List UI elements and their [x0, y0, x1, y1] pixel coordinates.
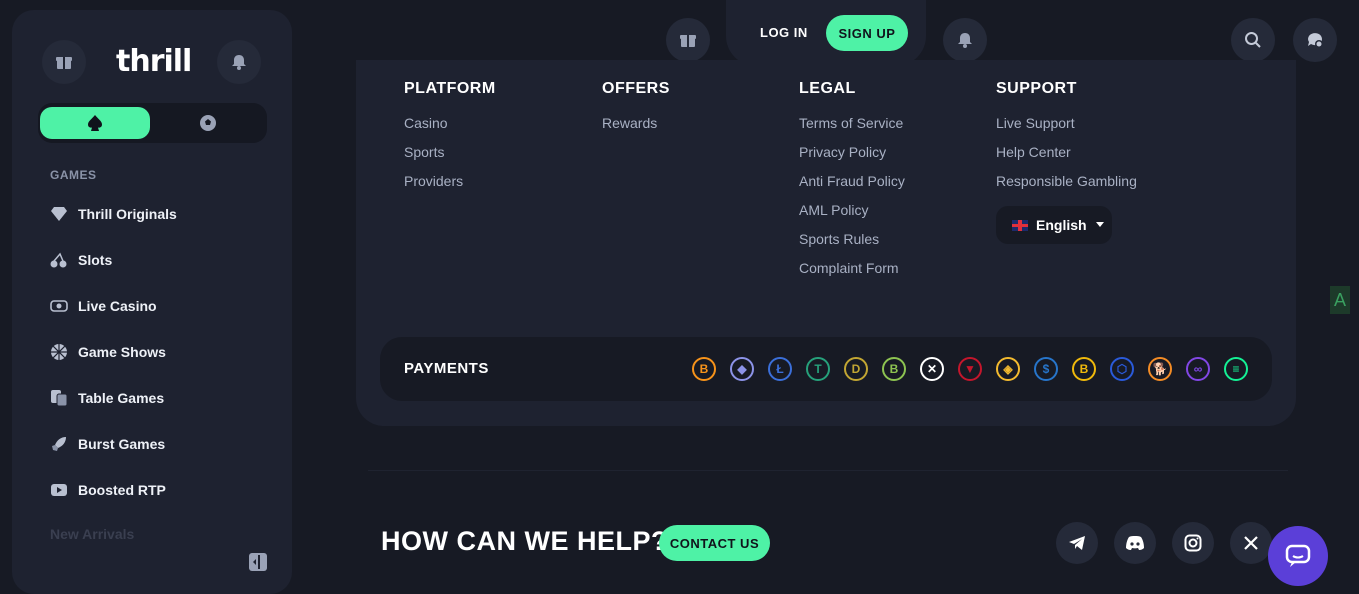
sidebar-item-live-casino[interactable]: Live Casino: [50, 295, 157, 317]
language-selector[interactable]: English: [996, 206, 1112, 244]
payment-coin-icon: D: [844, 357, 868, 381]
language-label: English: [1036, 217, 1087, 233]
platform-heading: PLATFORM: [404, 80, 496, 97]
games-section-title: GAMES: [50, 168, 97, 182]
link-live-support[interactable]: Live Support: [996, 115, 1075, 131]
payment-coin-icon: $: [1034, 357, 1058, 381]
support-chat-button[interactable]: [1293, 18, 1337, 62]
link-rewards[interactable]: Rewards: [602, 115, 657, 131]
sidebar-item-burst-games[interactable]: Burst Games: [50, 433, 165, 455]
login-button[interactable]: LOG IN: [760, 25, 808, 40]
payments-label: PAYMENTS: [404, 360, 489, 377]
sidebar-item-boosted-rtp[interactable]: Boosted RTP: [50, 479, 166, 501]
wheel-icon: [50, 343, 68, 361]
link-responsible-gambling[interactable]: Responsible Gambling: [996, 173, 1137, 189]
sidebar-item-game-shows[interactable]: Game Shows: [50, 341, 166, 363]
link-help-center[interactable]: Help Center: [996, 144, 1071, 160]
link-terms-of-service[interactable]: Terms of Service: [799, 115, 903, 131]
sidebar-item-label: Game Shows: [78, 344, 166, 360]
cherry-icon: [50, 251, 68, 269]
sidebar: thrill GAMES Thrill Originals Slots Live…: [12, 10, 292, 594]
payments-bar: PAYMENTS B ◆ Ł T D B ✕ ▼ ◈ $ B ⬡ 🐕 ∞ ≡: [380, 337, 1272, 401]
bell-icon: [232, 55, 246, 70]
ad-badge[interactable]: A: [1330, 286, 1350, 314]
notifications-button[interactable]: [217, 40, 261, 84]
help-heading: HOW CAN WE HELP?: [381, 526, 668, 556]
payment-coin-icon: B: [1072, 357, 1096, 381]
search-icon: [1245, 32, 1261, 48]
chevron-down-icon: [1095, 222, 1104, 227]
live-chat-button[interactable]: [1268, 526, 1328, 586]
bell-icon: [958, 33, 972, 48]
diamond-icon: [50, 205, 68, 223]
gift-icon: [56, 57, 72, 69]
link-sports-rules[interactable]: Sports Rules: [799, 231, 879, 247]
collapse-sidebar-icon[interactable]: [248, 552, 268, 572]
sidebar-item-label: Thrill Originals: [78, 206, 177, 222]
rocket-icon: [50, 435, 68, 453]
search-button[interactable]: [1231, 18, 1275, 62]
offers-heading: OFFERS: [602, 80, 670, 97]
link-privacy-policy[interactable]: Privacy Policy: [799, 144, 886, 160]
sidebar-item-label: Table Games: [78, 390, 165, 406]
payment-coin-icon: Ł: [768, 357, 792, 381]
link-aml-policy[interactable]: AML Policy: [799, 202, 869, 218]
casino-toggle-option[interactable]: [40, 107, 150, 139]
telegram-button[interactable]: [1056, 522, 1098, 564]
sidebar-item-thrill-originals[interactable]: Thrill Originals: [50, 203, 177, 225]
payment-coin-icon: ◈: [996, 357, 1020, 381]
payment-coin-icon: ∞: [1186, 357, 1210, 381]
payment-coin-icon: T: [806, 357, 830, 381]
payment-coin-icon: B: [882, 357, 906, 381]
legal-heading: LEGAL: [799, 80, 856, 97]
cards-icon: [50, 389, 68, 407]
uk-flag-icon: [1012, 219, 1028, 231]
sidebar-item-table-games[interactable]: Table Games: [50, 387, 164, 409]
sidebar-item-label: Live Casino: [78, 298, 157, 314]
sidebar-item-label: Boosted RTP: [78, 482, 166, 498]
link-anti-fraud-policy[interactable]: Anti Fraud Policy: [799, 173, 905, 189]
instagram-icon: [1184, 534, 1202, 552]
link-sports[interactable]: Sports: [404, 144, 444, 160]
top-notifications-button[interactable]: [943, 18, 987, 62]
soccer-ball-icon: [200, 115, 216, 131]
sports-toggle-option[interactable]: [178, 107, 238, 139]
support-heading: SUPPORT: [996, 80, 1077, 97]
sidebar-item-slots[interactable]: Slots: [50, 249, 112, 271]
chat-icon: [1285, 544, 1311, 567]
x-icon: [1244, 536, 1258, 550]
payment-coin-icon: 🐕: [1148, 357, 1172, 381]
contact-us-button[interactable]: CONTACT US: [659, 525, 770, 561]
instagram-button[interactable]: [1172, 522, 1214, 564]
live-icon: [50, 297, 68, 315]
x-twitter-button[interactable]: [1230, 522, 1272, 564]
gift-icon: [680, 35, 696, 47]
chat-bubble-icon: [1308, 33, 1323, 48]
casino-sports-toggle: [38, 103, 267, 143]
payment-coin-icon: ◆: [730, 357, 754, 381]
thrill-logo[interactable]: thrill: [116, 44, 192, 79]
payment-coin-icon: ⬡: [1110, 357, 1134, 381]
signup-button[interactable]: SIGN UP: [826, 15, 908, 51]
payment-coin-icon: ✕: [920, 357, 944, 381]
gift-button[interactable]: [42, 40, 86, 84]
payment-coin-icon: ▼: [958, 357, 982, 381]
footer-divider: [368, 470, 1288, 471]
top-gift-button[interactable]: [666, 18, 710, 62]
payment-coin-icon: B: [692, 357, 716, 381]
sidebar-item-label: Burst Games: [78, 436, 166, 452]
sidebar-item-label: Slots: [78, 252, 113, 268]
link-providers[interactable]: Providers: [404, 173, 463, 189]
telegram-icon: [1069, 536, 1085, 550]
payment-coin-icon: ≡: [1224, 357, 1248, 381]
sidebar-item-new-arrivals[interactable]: New Arrivals: [50, 526, 134, 542]
discord-button[interactable]: [1114, 522, 1156, 564]
link-complaint-form[interactable]: Complaint Form: [799, 260, 899, 276]
discord-icon: [1126, 536, 1144, 550]
boost-icon: [50, 481, 68, 499]
spade-icon: [88, 115, 102, 131]
link-casino[interactable]: Casino: [404, 115, 448, 131]
